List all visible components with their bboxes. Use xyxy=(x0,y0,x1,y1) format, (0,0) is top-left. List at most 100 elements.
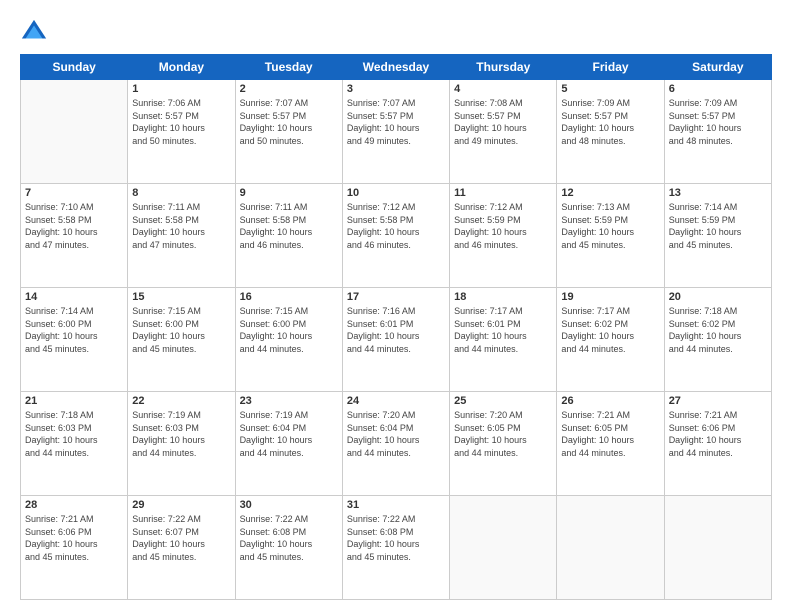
calendar-cell: 6Sunrise: 7:09 AM Sunset: 5:57 PM Daylig… xyxy=(664,80,771,184)
calendar-cell: 29 Sunrise: 7:22 AM Sunset: 6:07 PM Dayli… xyxy=(128,496,235,600)
day-number: 30 xyxy=(240,499,338,511)
day-info: Sunrise: 7:11 AM Sunset: 5:58 PM Dayligh… xyxy=(132,201,230,251)
calendar-cell: 28 Sunrise: 7:21 AM Sunset: 6:06 PM Dayli… xyxy=(21,496,128,600)
day-info: Sunrise: 7:17 AM Sunset: 6:01 PM Dayligh… xyxy=(454,305,552,355)
day-info: Sunrise: 7:16 AM Sunset: 6:01 PM Dayligh… xyxy=(347,305,445,355)
day-info: Sunrise: 7:22 AM Sunset: 6:08 PM Dayligh… xyxy=(347,513,445,563)
day-number: 5 xyxy=(561,83,659,95)
day-info: Sunrise: 7:14 AM Sunset: 5:59 PM Dayligh… xyxy=(669,201,767,251)
day-info: Sunrise: 7:21 AM Sunset: 6:06 PM Dayligh… xyxy=(669,409,767,459)
day-info: Sunrise: 7:08 AM Sunset: 5:57 PM Dayligh… xyxy=(454,97,552,147)
day-info: Sunrise: 7:22 AM Sunset: 6:08 PM Dayligh… xyxy=(240,513,338,563)
day-number: 15 xyxy=(132,291,230,303)
day-info: Sunrise: 7:20 AM Sunset: 6:04 PM Dayligh… xyxy=(347,409,445,459)
day-info: Sunrise: 7:15 AM Sunset: 6:00 PM Dayligh… xyxy=(132,305,230,355)
day-info: Sunrise: 7:20 AM Sunset: 6:05 PM Dayligh… xyxy=(454,409,552,459)
page: SundayMondayTuesdayWednesdayThursdayFrid… xyxy=(0,0,792,612)
calendar-cell: 9 Sunrise: 7:11 AM Sunset: 5:58 PM Daylig… xyxy=(235,184,342,288)
calendar-cell: 25 Sunrise: 7:20 AM Sunset: 6:05 PM Dayli… xyxy=(450,392,557,496)
calendar-cell: 5 Sunrise: 7:09 AM Sunset: 5:57 PM Daylig… xyxy=(557,80,664,184)
day-info: Sunrise: 7:07 AM Sunset: 5:57 PM Dayligh… xyxy=(240,97,338,147)
calendar-cell: 15 Sunrise: 7:15 AM Sunset: 6:00 PM Dayli… xyxy=(128,288,235,392)
calendar-cell: 16Sunrise: 7:15 AM Sunset: 6:00 PM Dayli… xyxy=(235,288,342,392)
day-number: 25 xyxy=(454,395,552,407)
day-number: 14 xyxy=(25,291,123,303)
day-number: 12 xyxy=(561,187,659,199)
calendar-cell: 31 Sunrise: 7:22 AM Sunset: 6:08 PM Dayli… xyxy=(342,496,449,600)
calendar-cell: 14 Sunrise: 7:14 AM Sunset: 6:00 PM Dayli… xyxy=(21,288,128,392)
day-info: Sunrise: 7:21 AM Sunset: 6:06 PM Dayligh… xyxy=(25,513,123,563)
day-info: Sunrise: 7:19 AM Sunset: 6:04 PM Dayligh… xyxy=(240,409,338,459)
day-info: Sunrise: 7:21 AM Sunset: 6:05 PM Dayligh… xyxy=(561,409,659,459)
calendar-cell: 30 Sunrise: 7:22 AM Sunset: 6:08 PM Dayli… xyxy=(235,496,342,600)
calendar-cell: 26 Sunrise: 7:21 AM Sunset: 6:05 PM Dayli… xyxy=(557,392,664,496)
day-info: Sunrise: 7:06 AM Sunset: 5:57 PM Dayligh… xyxy=(132,97,230,147)
calendar-week-4: 21 Sunrise: 7:18 AM Sunset: 6:03 PM Dayli… xyxy=(21,392,772,496)
day-number: 17 xyxy=(347,291,445,303)
calendar-cell: 21 Sunrise: 7:18 AM Sunset: 6:03 PM Dayli… xyxy=(21,392,128,496)
day-info: Sunrise: 7:07 AM Sunset: 5:57 PM Dayligh… xyxy=(347,97,445,147)
day-info: Sunrise: 7:14 AM Sunset: 6:00 PM Dayligh… xyxy=(25,305,123,355)
day-header-thursday: Thursday xyxy=(450,55,557,80)
calendar-cell: 24 Sunrise: 7:20 AM Sunset: 6:04 PM Dayli… xyxy=(342,392,449,496)
day-number: 18 xyxy=(454,291,552,303)
header xyxy=(20,18,772,46)
day-info: Sunrise: 7:11 AM Sunset: 5:58 PM Dayligh… xyxy=(240,201,338,251)
day-header-wednesday: Wednesday xyxy=(342,55,449,80)
calendar-cell: 10 Sunrise: 7:12 AM Sunset: 5:58 PM Dayli… xyxy=(342,184,449,288)
day-number: 24 xyxy=(347,395,445,407)
day-info: Sunrise: 7:19 AM Sunset: 6:03 PM Dayligh… xyxy=(132,409,230,459)
day-number: 21 xyxy=(25,395,123,407)
calendar-cell: 23 Sunrise: 7:19 AM Sunset: 6:04 PM Dayli… xyxy=(235,392,342,496)
day-info: Sunrise: 7:09 AM Sunset: 5:57 PM Dayligh… xyxy=(561,97,659,147)
calendar-week-2: 7Sunrise: 7:10 AM Sunset: 5:58 PM Daylig… xyxy=(21,184,772,288)
calendar-cell: 8 Sunrise: 7:11 AM Sunset: 5:58 PM Daylig… xyxy=(128,184,235,288)
calendar-cell: 7Sunrise: 7:10 AM Sunset: 5:58 PM Daylig… xyxy=(21,184,128,288)
calendar-cell: 13 Sunrise: 7:14 AM Sunset: 5:59 PM Dayli… xyxy=(664,184,771,288)
day-info: Sunrise: 7:13 AM Sunset: 5:59 PM Dayligh… xyxy=(561,201,659,251)
calendar-cell: 3Sunrise: 7:07 AM Sunset: 5:57 PM Daylig… xyxy=(342,80,449,184)
day-header-monday: Monday xyxy=(128,55,235,80)
day-number: 29 xyxy=(132,499,230,511)
day-number: 23 xyxy=(240,395,338,407)
day-number: 8 xyxy=(132,187,230,199)
day-number: 9 xyxy=(240,187,338,199)
calendar-week-5: 28 Sunrise: 7:21 AM Sunset: 6:06 PM Dayli… xyxy=(21,496,772,600)
calendar-cell: 19 Sunrise: 7:17 AM Sunset: 6:02 PM Dayli… xyxy=(557,288,664,392)
day-header-friday: Friday xyxy=(557,55,664,80)
day-number: 1 xyxy=(132,83,230,95)
day-number: 22 xyxy=(132,395,230,407)
day-number: 13 xyxy=(669,187,767,199)
day-info: Sunrise: 7:12 AM Sunset: 5:58 PM Dayligh… xyxy=(347,201,445,251)
calendar-week-1: 1 Sunrise: 7:06 AM Sunset: 5:57 PM Daylig… xyxy=(21,80,772,184)
calendar-cell xyxy=(664,496,771,600)
day-info: Sunrise: 7:17 AM Sunset: 6:02 PM Dayligh… xyxy=(561,305,659,355)
calendar-cell xyxy=(557,496,664,600)
day-number: 31 xyxy=(347,499,445,511)
day-header-tuesday: Tuesday xyxy=(235,55,342,80)
calendar-cell: 22 Sunrise: 7:19 AM Sunset: 6:03 PM Dayli… xyxy=(128,392,235,496)
logo-icon xyxy=(20,18,48,46)
day-number: 20 xyxy=(669,291,767,303)
day-info: Sunrise: 7:22 AM Sunset: 6:07 PM Dayligh… xyxy=(132,513,230,563)
calendar-cell: 12 Sunrise: 7:13 AM Sunset: 5:59 PM Dayli… xyxy=(557,184,664,288)
day-number: 10 xyxy=(347,187,445,199)
day-header-sunday: Sunday xyxy=(21,55,128,80)
day-number: 26 xyxy=(561,395,659,407)
day-number: 19 xyxy=(561,291,659,303)
day-number: 2 xyxy=(240,83,338,95)
calendar-cell: 2 Sunrise: 7:07 AM Sunset: 5:57 PM Daylig… xyxy=(235,80,342,184)
calendar-cell: 1 Sunrise: 7:06 AM Sunset: 5:57 PM Daylig… xyxy=(128,80,235,184)
day-info: Sunrise: 7:18 AM Sunset: 6:03 PM Dayligh… xyxy=(25,409,123,459)
calendar-cell: 4Sunrise: 7:08 AM Sunset: 5:57 PM Daylig… xyxy=(450,80,557,184)
day-number: 28 xyxy=(25,499,123,511)
day-info: Sunrise: 7:09 AM Sunset: 5:57 PM Dayligh… xyxy=(669,97,767,147)
logo xyxy=(20,18,52,46)
calendar-cell: 11 Sunrise: 7:12 AM Sunset: 5:59 PM Dayli… xyxy=(450,184,557,288)
day-number: 11 xyxy=(454,187,552,199)
calendar-week-3: 14 Sunrise: 7:14 AM Sunset: 6:00 PM Dayli… xyxy=(21,288,772,392)
day-info: Sunrise: 7:12 AM Sunset: 5:59 PM Dayligh… xyxy=(454,201,552,251)
day-info: Sunrise: 7:15 AM Sunset: 6:00 PM Dayligh… xyxy=(240,305,338,355)
calendar-cell: 17 Sunrise: 7:16 AM Sunset: 6:01 PM Dayli… xyxy=(342,288,449,392)
calendar-table: SundayMondayTuesdayWednesdayThursdayFrid… xyxy=(20,54,772,600)
